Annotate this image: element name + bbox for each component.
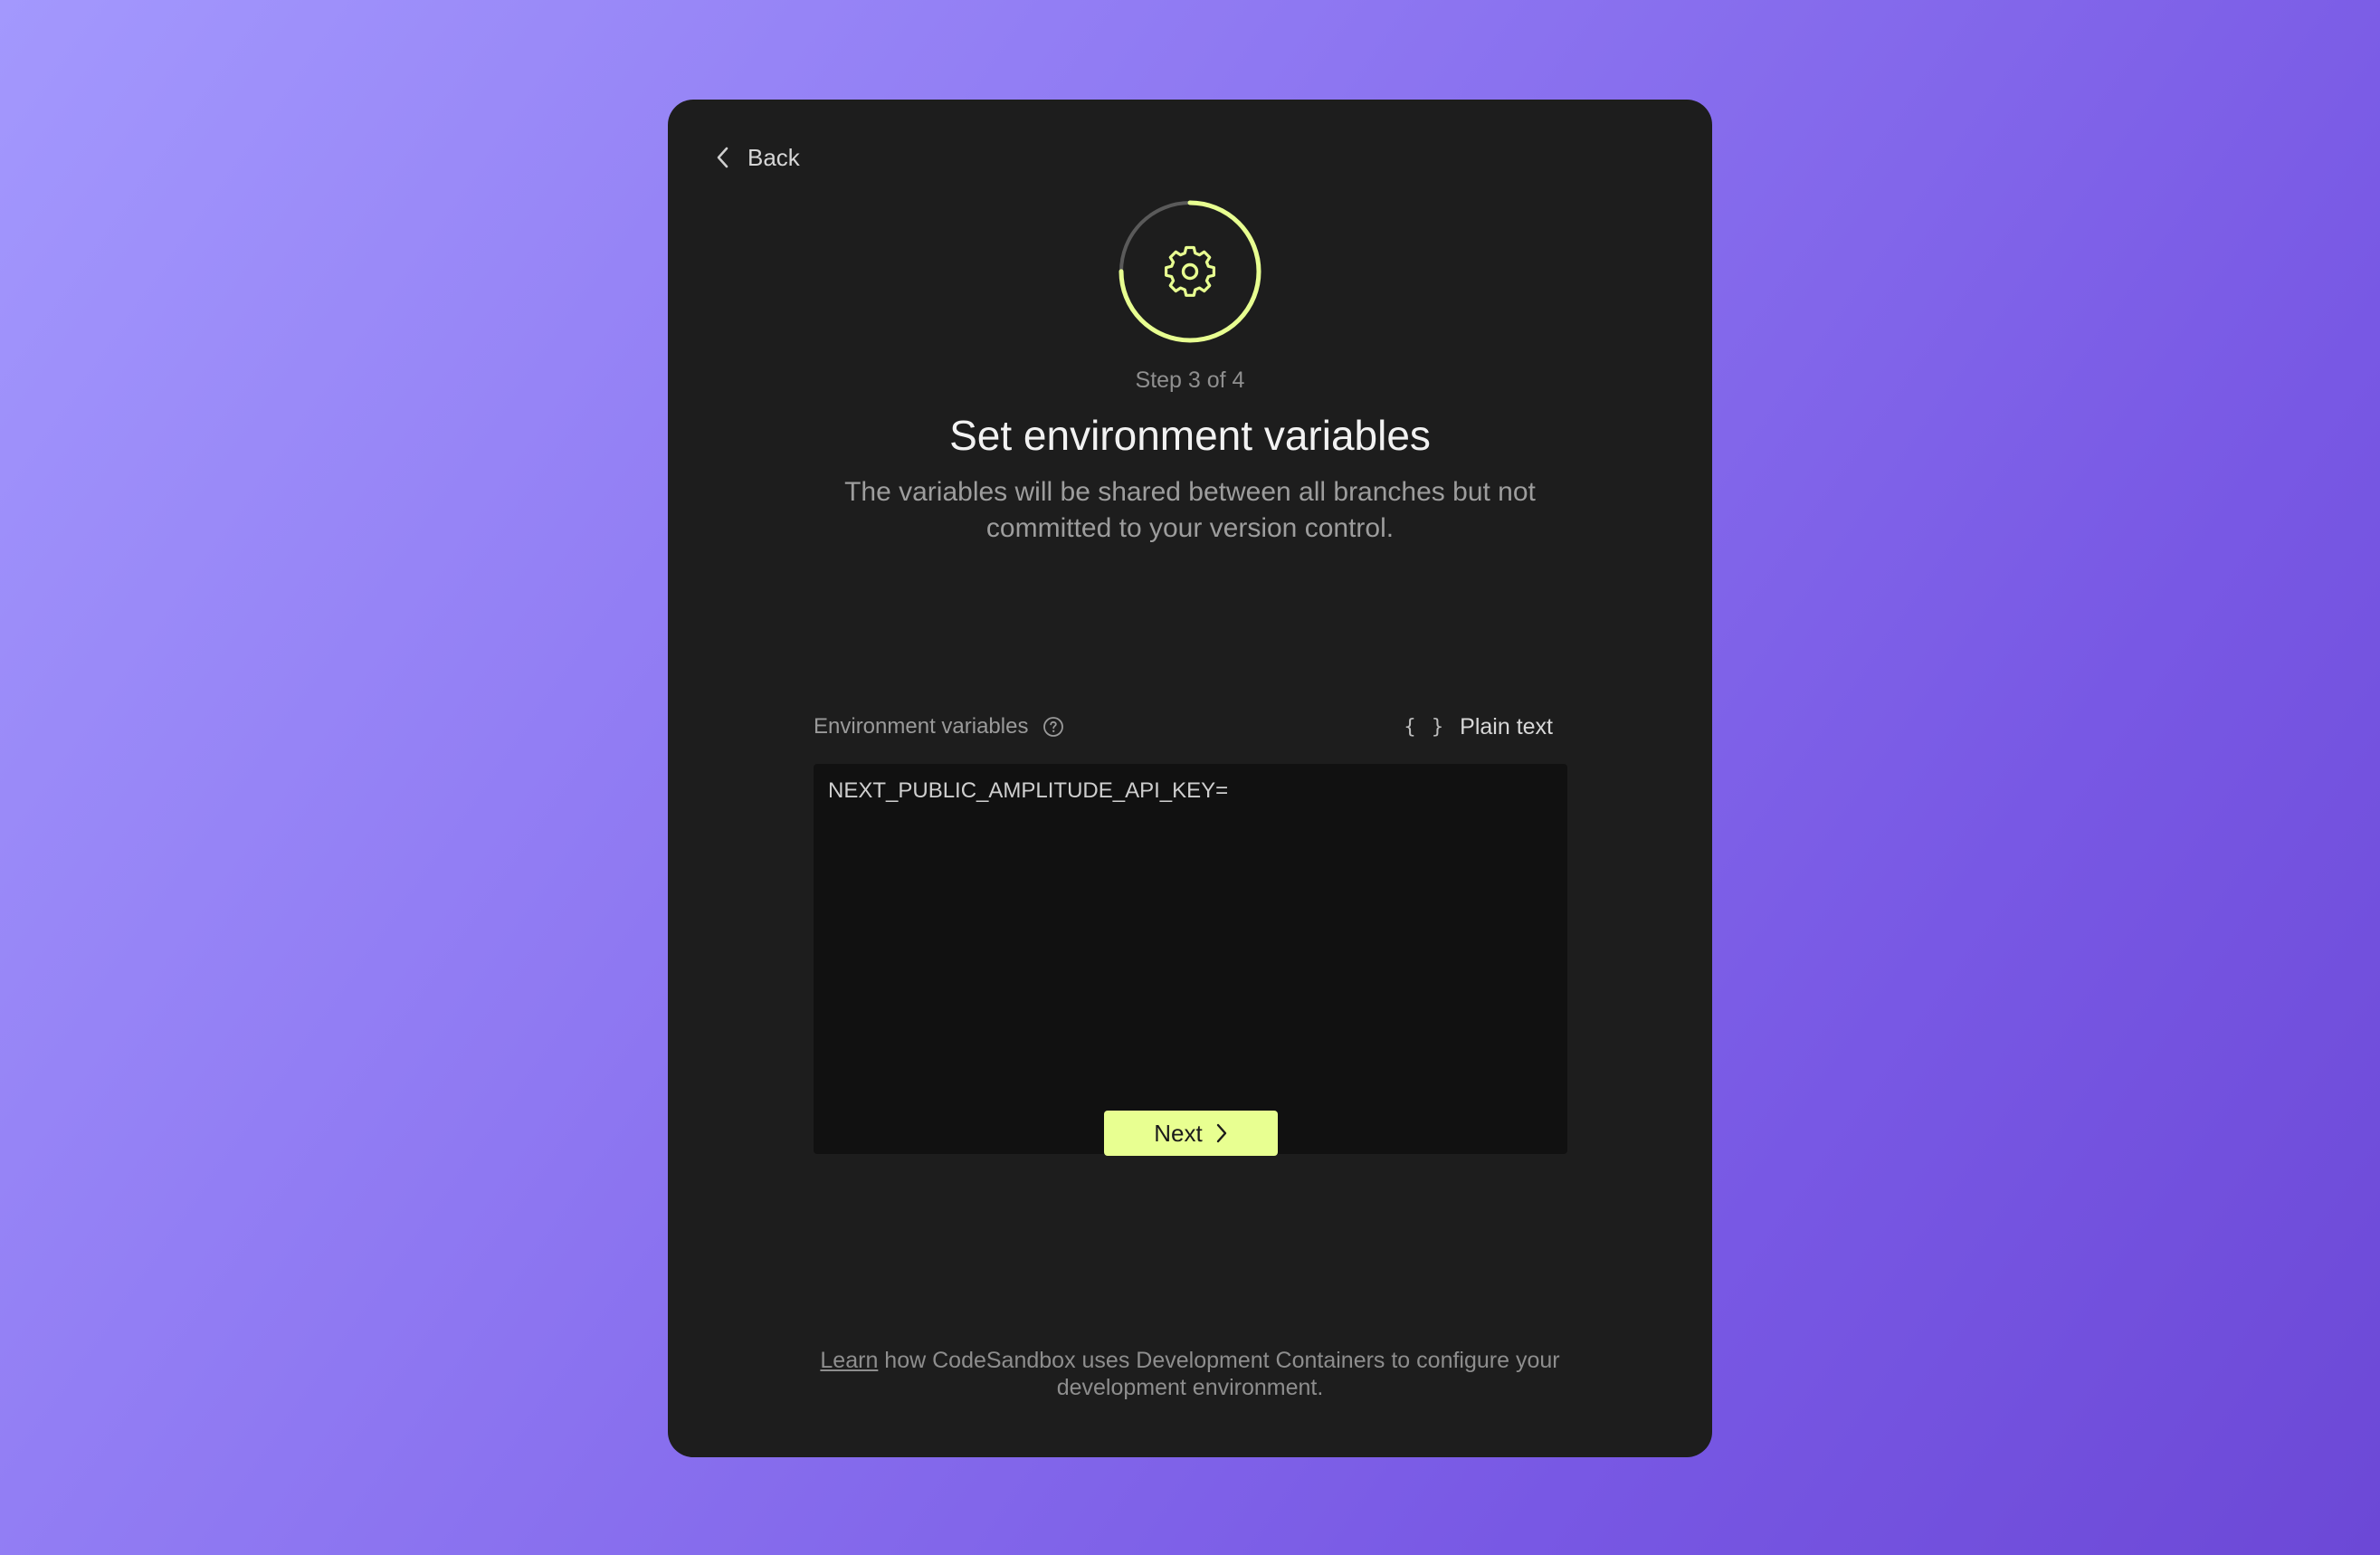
env-field-header: Environment variables { } Plain text <box>814 693 1567 760</box>
plain-text-toggle[interactable]: { } Plain text <box>1404 714 1567 740</box>
back-button[interactable]: Back <box>715 132 800 183</box>
chevron-left-icon <box>715 145 731 170</box>
gear-icon <box>1164 245 1216 297</box>
next-label: Next <box>1154 1119 1203 1147</box>
env-field-label-text: Environment variables <box>814 714 1029 739</box>
plain-text-label: Plain text <box>1460 713 1553 739</box>
step-indicator: Step 3 of 4 <box>1135 367 1245 393</box>
setup-modal: Back Step 3 of 4 Set environment variabl… <box>668 100 1712 1457</box>
learn-link[interactable]: Learn <box>820 1348 878 1373</box>
back-label: Back <box>747 143 800 171</box>
env-field-label: Environment variables <box>814 714 1064 739</box>
next-button[interactable]: Next <box>1104 1111 1278 1156</box>
page-title: Set environment variables <box>949 412 1431 459</box>
env-variables-value: NEXT_PUBLIC_AMPLITUDE_API_KEY= <box>828 778 1229 803</box>
braces-icon: { } <box>1404 715 1446 739</box>
footer-note: Learn how CodeSandbox uses Development C… <box>813 1347 1567 1401</box>
step-progress-ring <box>1116 197 1264 346</box>
env-variables-editor[interactable]: NEXT_PUBLIC_AMPLITUDE_API_KEY= <box>814 764 1567 1154</box>
chevron-right-icon <box>1215 1122 1228 1144</box>
page-description: The variables will be shared between all… <box>844 477 1536 543</box>
footer-text: how CodeSandbox uses Development Contain… <box>878 1348 1560 1400</box>
question-circle-icon[interactable] <box>1042 716 1064 738</box>
